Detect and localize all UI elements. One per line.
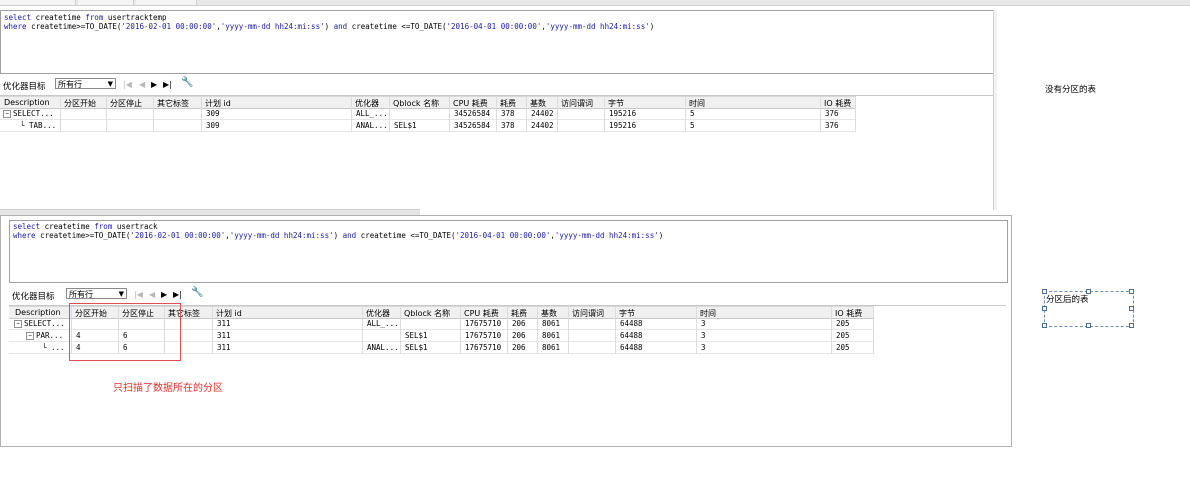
side-note-unpartitioned: 没有分区的表 [1045, 85, 1097, 95]
sql-line-2: where createtime>=TO_DATE('2016-02-01 00… [4, 22, 655, 31]
cell: 24402 [531, 109, 554, 118]
partition-annotation: 只扫描了数据所在的分区 [113, 383, 223, 394]
collapse-icon[interactable]: − [14, 320, 22, 328]
window-tab[interactable] [136, 0, 197, 5]
cell: 205 [836, 319, 850, 328]
cell: 205 [836, 331, 850, 340]
wrench-icon[interactable]: 🔧 [191, 288, 203, 298]
cell: 34526584 [454, 109, 491, 118]
sql-line-2: where createtime>=TO_DATE('2016-02-01 00… [13, 231, 664, 240]
cell: 206 [512, 319, 526, 328]
cell: 5 [690, 109, 695, 118]
side-note-partitioned: 分区后的表 [1046, 295, 1089, 305]
cell: SEL$1 [394, 121, 417, 130]
cell: 309 [206, 109, 220, 118]
cell: 376 [825, 109, 839, 118]
cell: 311 [217, 331, 231, 340]
cell: ANAL... [356, 121, 388, 130]
col-header[interactable]: Description [4, 98, 50, 107]
chevron-down-icon: ▼ [107, 80, 113, 88]
cell: 3 [701, 319, 706, 328]
cell: 64488 [620, 319, 643, 328]
next-record-icon[interactable]: ▶ [161, 290, 167, 299]
col-header[interactable]: Description [15, 308, 61, 317]
cell: 64488 [620, 331, 643, 340]
prev-record-icon[interactable]: ◀ [139, 80, 145, 89]
cell: 24402 [531, 121, 554, 130]
prev-record-icon[interactable]: ◀ [149, 290, 155, 299]
cell: ANAL... [367, 343, 399, 352]
cell: 378 [501, 109, 515, 118]
window-tab-strip [0, 0, 1190, 6]
collapse-icon[interactable]: − [26, 332, 34, 340]
optimizer-goal-select[interactable]: 所有行 ▼ [66, 288, 127, 299]
cell: SEL$1 [405, 343, 428, 352]
next-record-icon[interactable]: ▶ [151, 80, 157, 89]
cell: 5 [690, 121, 695, 130]
cell: 17675710 [465, 331, 502, 340]
cell: 8061 [542, 331, 561, 340]
cell: 376 [825, 121, 839, 130]
cell: 311 [217, 319, 231, 328]
tree-node[interactable]: − PAR... [26, 331, 63, 340]
window-tab[interactable] [78, 0, 134, 5]
cell: 205 [836, 343, 850, 352]
cell: 8061 [542, 343, 561, 352]
partition-highlight-box [69, 303, 181, 361]
cell: 206 [512, 331, 526, 340]
chevron-down-icon: ▼ [118, 290, 124, 298]
collapse-icon[interactable]: − [3, 110, 11, 118]
cell: 195216 [609, 109, 637, 118]
window-tab[interactable] [0, 0, 76, 5]
sql-line-1: select createtime from usertracktemp [4, 13, 167, 22]
last-record-icon[interactable]: ▶| [173, 290, 182, 299]
cell: ALL_... [356, 109, 388, 118]
cell: 3 [701, 343, 706, 352]
optimizer-goal-select[interactable]: 所有行 ▼ [55, 78, 116, 89]
tree-node[interactable]: − SELECT... [3, 109, 54, 118]
cell: 195216 [609, 121, 637, 130]
cell: 64488 [620, 343, 643, 352]
sql-line-1: select createtime from usertrack [13, 222, 158, 231]
optimizer-goal-label: 优化器目标 [3, 82, 46, 92]
cell: 378 [501, 121, 515, 130]
cell: 17675710 [465, 319, 502, 328]
tree-node[interactable]: − SELECT... [14, 319, 65, 328]
cell: 206 [512, 343, 526, 352]
first-record-icon[interactable]: |◀ [134, 290, 143, 299]
optimizer-goal-label: 优化器目标 [12, 292, 55, 302]
plan-toolbar-1: 优化器目标 所有行 ▼ |◀ ◀ ▶ ▶| 🔧 [0, 77, 995, 93]
panel1-right-edge [993, 10, 997, 210]
wrench-icon[interactable]: 🔧 [181, 78, 193, 88]
cell: 3 [701, 331, 706, 340]
table-row[interactable]: − SELECT... 309 ALL_... 34526584 378 2440… [0, 108, 855, 120]
plan-grid-1: Description 分区开始 分区停止 其它标签 计划 id 优化器 Qbl… [0, 95, 995, 211]
cell: 17675710 [465, 343, 502, 352]
sql-editor-2[interactable]: select createtime from usertrack where c… [9, 220, 1008, 283]
cell: SEL$1 [405, 331, 428, 340]
sql-editor-1[interactable]: select createtime from usertracktemp whe… [0, 10, 997, 74]
tree-node[interactable]: └ ... [42, 343, 65, 352]
cell: 8061 [542, 319, 561, 328]
cell: 309 [206, 121, 220, 130]
last-record-icon[interactable]: ▶| [163, 80, 172, 89]
first-record-icon[interactable]: |◀ [123, 80, 132, 89]
table-row[interactable]: └ TAB... 309 ANAL... SEL$1 34526584 378 … [0, 120, 855, 132]
cell: 34526584 [454, 121, 491, 130]
cell: ALL_... [367, 319, 399, 328]
tree-node[interactable]: └ TAB... [20, 121, 56, 130]
cell: 311 [217, 343, 231, 352]
plan-toolbar-2: 优化器目标 所有行 ▼ |◀ ◀ ▶ ▶| 🔧 [9, 287, 1004, 303]
